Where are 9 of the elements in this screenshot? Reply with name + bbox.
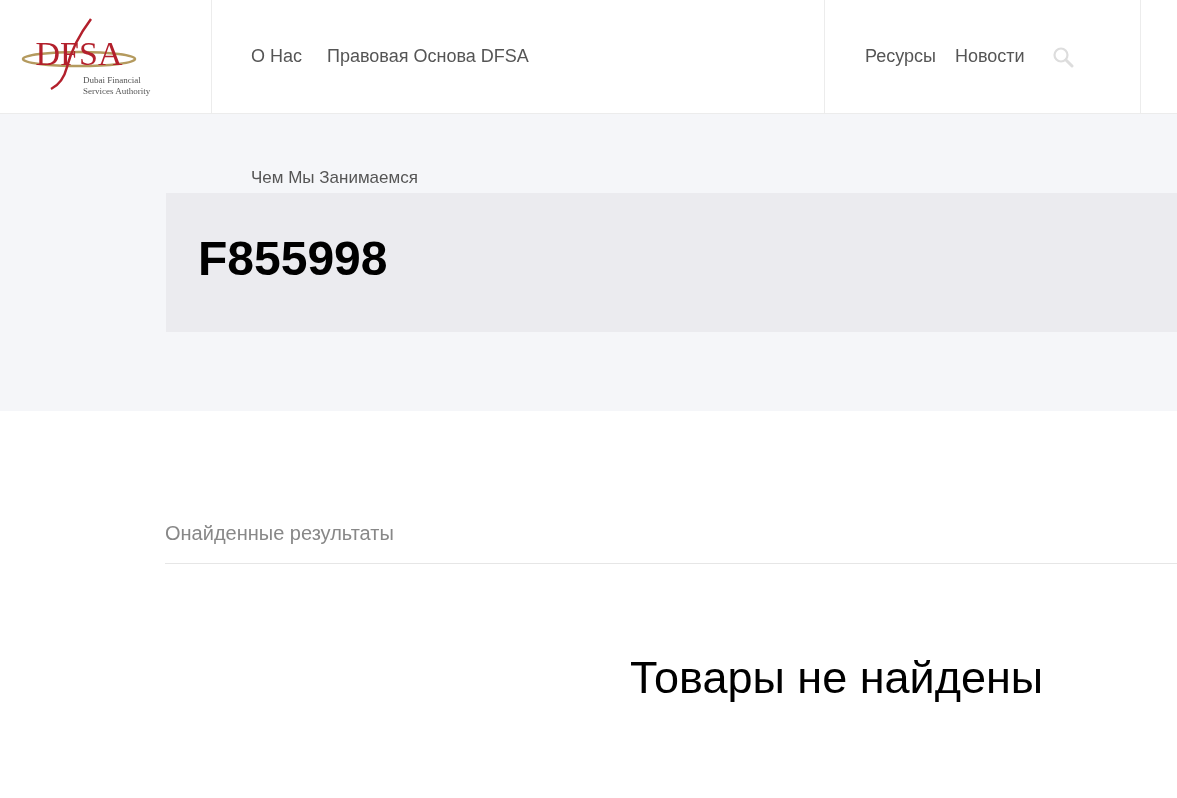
nav-link[interactable]: О Нас [251,46,302,67]
nav-link[interactable]: Ресурсы [865,46,936,67]
search-icon[interactable] [1051,45,1074,68]
results-label: Онайденные результаты [165,521,394,545]
nav-link[interactable]: Правовая Основа DFSA [327,46,529,67]
empty-message: Товары не найдены [630,652,1044,704]
breadcrumb[interactable]: Чем Мы Занимаемся [251,167,418,189]
page-title: F855998 [198,231,388,287]
nav-link[interactable]: Новости [955,46,1025,67]
